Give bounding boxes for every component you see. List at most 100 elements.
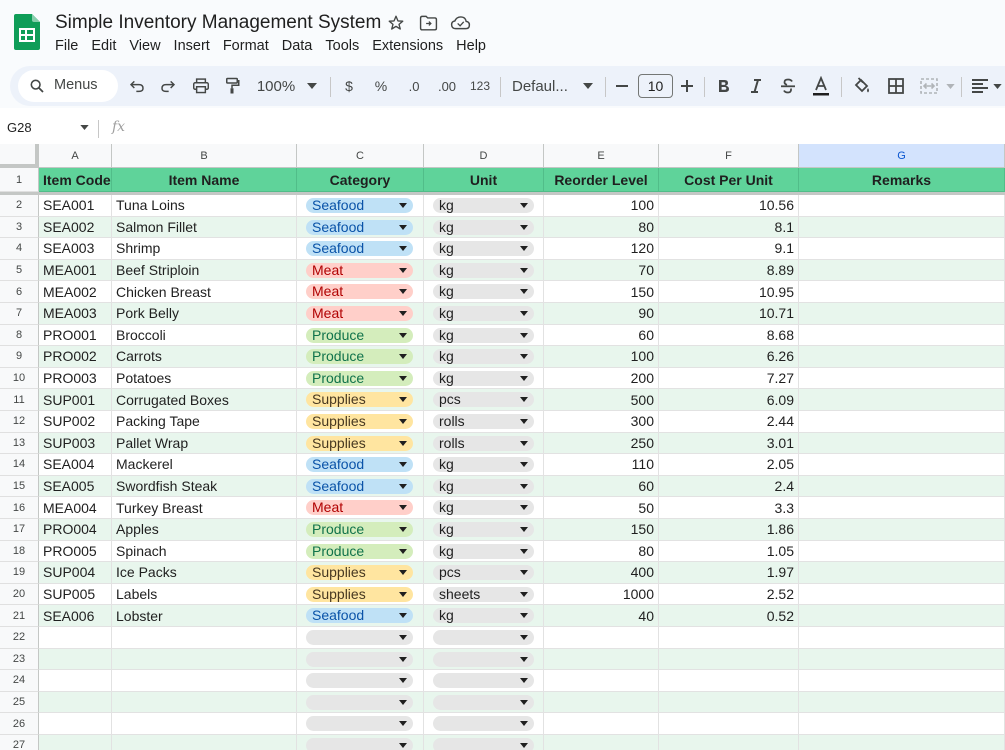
cell-e[interactable]: 110 — [544, 454, 659, 476]
category-dropdown-chip[interactable]: Seafood — [306, 241, 413, 257]
unit-dropdown-chip[interactable]: rolls — [433, 414, 534, 429]
font-size-input[interactable]: 10 — [638, 74, 673, 98]
category-dropdown-chip[interactable]: Supplies — [306, 435, 413, 451]
cell-a[interactable]: SEA003 — [39, 238, 112, 260]
category-dropdown-chip[interactable] — [306, 738, 413, 750]
unit-dropdown-chip[interactable]: kg — [433, 284, 534, 300]
cell-b[interactable] — [112, 691, 297, 714]
unit-dropdown-chip[interactable] — [433, 738, 534, 750]
cell-d[interactable]: kg — [424, 303, 544, 325]
cell-d[interactable]: kg — [424, 195, 544, 217]
cell-e[interactable]: 250 — [544, 432, 659, 455]
header-cell[interactable]: Item Name — [112, 168, 297, 192]
cell-c[interactable]: Seafood — [297, 216, 424, 239]
row-number[interactable]: 17 — [0, 519, 39, 541]
row-number[interactable]: 20 — [0, 583, 39, 606]
cell-d[interactable]: rolls — [424, 411, 544, 433]
cell-a[interactable] — [39, 648, 112, 671]
row-number[interactable]: 8 — [0, 324, 39, 347]
cell-g[interactable] — [799, 475, 1005, 498]
row-number[interactable]: 6 — [0, 281, 39, 303]
cell-d[interactable]: kg — [424, 367, 544, 390]
cell-f[interactable]: 8.89 — [659, 259, 799, 282]
redo-icon[interactable] — [158, 74, 178, 98]
header-cell[interactable]: Item Code — [39, 168, 112, 192]
cell-e[interactable]: 200 — [544, 367, 659, 390]
category-dropdown-chip[interactable]: Produce — [306, 349, 413, 365]
cell-d[interactable]: kg — [424, 259, 544, 282]
cell-b[interactable]: Corrugated Boxes — [112, 389, 297, 411]
cell-f[interactable]: 2.05 — [659, 454, 799, 476]
menu-format[interactable]: Format — [223, 38, 269, 54]
cell-d[interactable]: kg — [424, 605, 544, 627]
cell-e[interactable] — [544, 691, 659, 714]
row-number[interactable]: 12 — [0, 411, 39, 433]
menu-edit[interactable]: Edit — [91, 38, 116, 54]
document-title[interactable]: Simple Inventory Management System — [55, 12, 381, 34]
cell-g[interactable] — [799, 238, 1005, 260]
cell-f[interactable]: 1.05 — [659, 540, 799, 563]
row-number[interactable]: 16 — [0, 497, 39, 519]
cell-e[interactable]: 500 — [544, 389, 659, 411]
cell-e[interactable]: 40 — [544, 605, 659, 627]
unit-dropdown-chip[interactable]: rolls — [433, 435, 534, 451]
cell-d[interactable]: pcs — [424, 389, 544, 411]
decrease-font-size-icon[interactable] — [614, 74, 630, 98]
cell-a[interactable]: SEA006 — [39, 605, 112, 627]
cell-f[interactable]: 7.27 — [659, 367, 799, 390]
cell-d[interactable] — [424, 691, 544, 714]
category-dropdown-chip[interactable]: Seafood — [306, 457, 413, 473]
cell-d[interactable]: kg — [424, 497, 544, 519]
font-dropdown-arrow-icon[interactable] — [581, 74, 595, 98]
number-format-button[interactable]: 123 — [468, 74, 492, 98]
menu-tools[interactable]: Tools — [325, 38, 359, 54]
cell-b[interactable]: Potatoes — [112, 367, 297, 390]
increase-font-size-icon[interactable] — [679, 74, 695, 98]
cell-f[interactable]: 9.1 — [659, 238, 799, 260]
menu-help[interactable]: Help — [456, 38, 486, 54]
cell-b[interactable] — [112, 627, 297, 649]
zoom-select[interactable]: 100% — [255, 74, 297, 98]
header-cell[interactable]: Unit — [424, 168, 544, 192]
menu-file[interactable]: File — [55, 38, 78, 54]
cell-f[interactable] — [659, 670, 799, 692]
cell-c[interactable]: Meat — [297, 259, 424, 282]
decrease-decimal-button[interactable]: .0 — [402, 74, 426, 98]
unit-dropdown-chip[interactable]: kg — [433, 457, 534, 473]
cell-c[interactable] — [297, 670, 424, 692]
cell-b[interactable]: Salmon Fillet — [112, 216, 297, 239]
cell-a[interactable]: MEA001 — [39, 259, 112, 282]
move-folder-icon[interactable] — [417, 12, 439, 34]
cell-d[interactable]: kg — [424, 519, 544, 541]
cell-b[interactable]: Lobster — [112, 605, 297, 627]
cell-c[interactable]: Meat — [297, 303, 424, 325]
header-cell[interactable]: Category — [297, 168, 424, 192]
cell-c[interactable]: Supplies — [297, 411, 424, 433]
column-header-c[interactable]: C — [297, 144, 424, 168]
unit-dropdown-chip[interactable]: kg — [433, 306, 534, 321]
cell-c[interactable]: Supplies — [297, 389, 424, 411]
unit-dropdown-chip[interactable] — [433, 716, 534, 732]
cell-e[interactable]: 1000 — [544, 583, 659, 606]
cell-c[interactable]: Seafood — [297, 475, 424, 498]
cell-d[interactable]: kg — [424, 216, 544, 239]
category-dropdown-chip[interactable] — [306, 716, 413, 732]
cell-a[interactable]: PRO005 — [39, 540, 112, 563]
cell-g[interactable] — [799, 411, 1005, 433]
unit-dropdown-chip[interactable] — [433, 673, 534, 689]
print-icon[interactable] — [190, 74, 212, 98]
cell-d[interactable]: kg — [424, 540, 544, 563]
category-dropdown-chip[interactable]: Supplies — [306, 565, 413, 581]
cell-d[interactable] — [424, 713, 544, 735]
cell-f[interactable]: 2.52 — [659, 583, 799, 606]
cell-d[interactable]: kg — [424, 324, 544, 347]
horizontal-align-icon[interactable] — [970, 74, 990, 98]
name-box[interactable]: G28 — [7, 120, 32, 135]
cell-e[interactable]: 150 — [544, 281, 659, 303]
category-dropdown-chip[interactable]: Supplies — [306, 392, 413, 408]
unit-dropdown-chip[interactable]: kg — [433, 543, 534, 559]
cell-b[interactable]: Chicken Breast — [112, 281, 297, 303]
cell-b[interactable] — [112, 670, 297, 692]
sheets-logo-icon[interactable] — [14, 14, 40, 50]
row-number[interactable]: 22 — [0, 627, 39, 649]
